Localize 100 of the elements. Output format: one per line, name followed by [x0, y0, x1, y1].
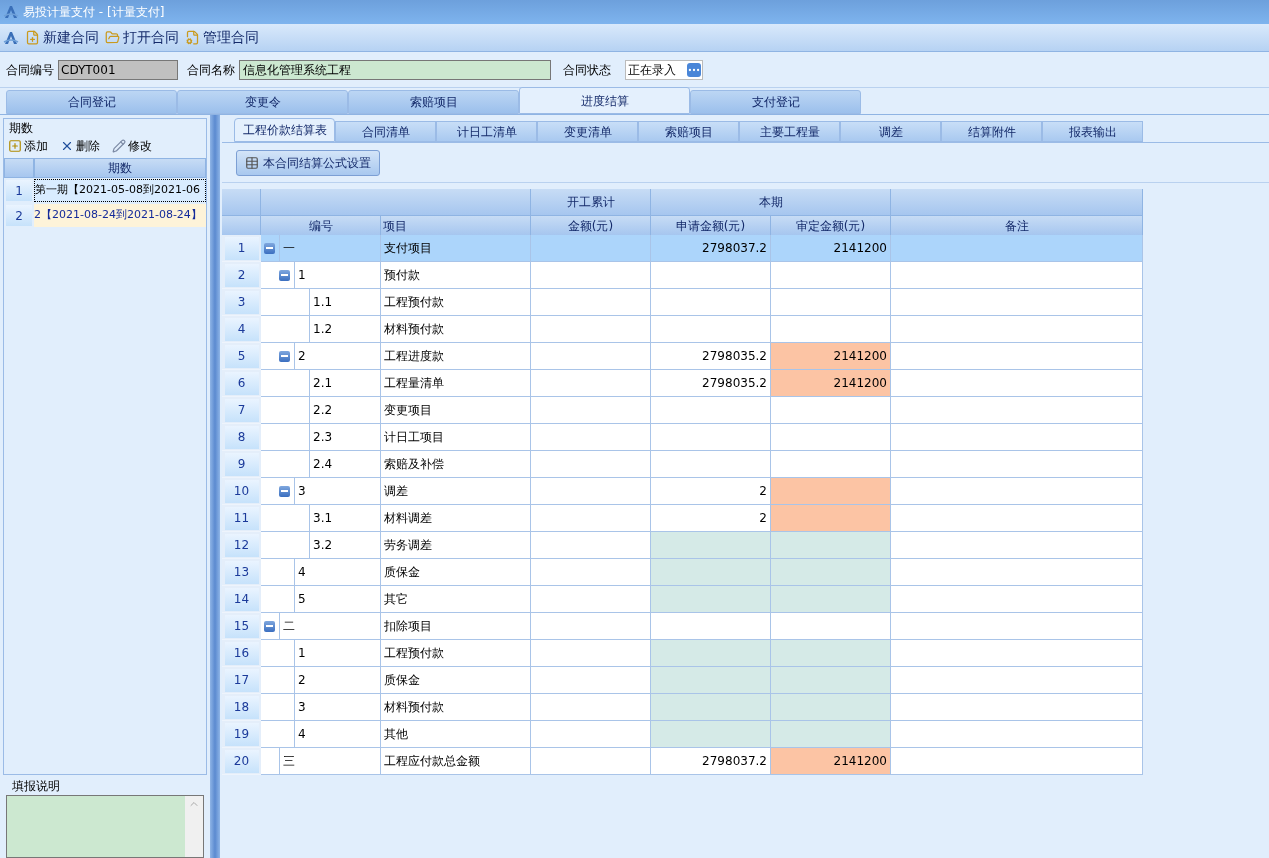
row-number: 10 — [224, 479, 259, 503]
sub-tab[interactable]: 报表输出 — [1042, 121, 1143, 142]
row-number: 4 — [224, 317, 259, 341]
row-number: 13 — [224, 560, 259, 584]
item-cell: 计日工项目 — [381, 424, 531, 451]
item-cell: 材料预付款 — [381, 694, 531, 721]
code-cell: 三 — [279, 748, 380, 774]
code-cell: 3.1 — [309, 505, 380, 531]
applied-amount-cell: 2798037.2 — [651, 235, 771, 262]
approved-amount-cell: 2141200 — [771, 343, 891, 370]
contract-name-field[interactable]: 信息化管理系统工程 — [239, 59, 551, 80]
applied-amount-cell: 2 — [651, 505, 771, 532]
code-cell: 4 — [294, 559, 380, 585]
toolbar-button[interactable]: 打开合同 — [105, 27, 179, 48]
row-number: 17 — [224, 668, 259, 692]
sub-tab[interactable]: 合同清单 — [335, 121, 436, 142]
formula-settings-button[interactable]: 本合同结算公式设置 — [236, 149, 380, 176]
sub-tab[interactable]: 索赔项目 — [638, 121, 739, 142]
contract-number-field[interactable]: CDYT001 — [58, 59, 178, 80]
code-cell: 2.1 — [309, 370, 380, 396]
main-tab[interactable]: 支付登记 — [690, 90, 861, 114]
code-cell: 2.2 — [309, 397, 380, 423]
sub-tab[interactable]: 主要工程量 — [739, 121, 840, 142]
column-header: 期数 — [34, 158, 206, 178]
main-tab[interactable]: 变更令 — [177, 90, 348, 114]
toolbar-button[interactable]: 新建合同 — [25, 27, 99, 48]
sub-tab[interactable]: 结算附件 — [941, 121, 1042, 142]
row-number: 20 — [224, 749, 259, 773]
applied-amount-cell: 2 — [651, 478, 771, 505]
status-field[interactable]: 正在录入 — [625, 59, 703, 80]
column-group-header: 开工累计 — [531, 189, 651, 216]
row-number: 2 — [6, 205, 32, 226]
period-row[interactable]: 2【2021-08-24到2021-08-24】 — [34, 204, 206, 227]
item-cell: 支付项目 — [381, 235, 531, 262]
code-cell: 3 — [294, 478, 380, 504]
row-number: 1 — [224, 236, 259, 260]
column-header: 备注 — [891, 216, 1143, 235]
period-row[interactable]: 第一期【2021-05-08到2021-06 — [34, 179, 206, 202]
row-number: 19 — [224, 722, 259, 746]
panel-title: 期数 — [8, 120, 34, 137]
code-cell: 1.2 — [309, 316, 380, 342]
row-number: 18 — [224, 695, 259, 719]
window-title: 易投计量支付 - [计量支付] — [23, 4, 165, 21]
item-cell: 工程应付款总金额 — [381, 748, 531, 775]
panel-action[interactable]: 删除 — [60, 137, 100, 155]
column-group-header: 本期 — [651, 189, 891, 216]
row-number: 3 — [224, 290, 259, 314]
approved-amount-cell: 2141200 — [771, 235, 891, 262]
main-tab[interactable]: 索赔项目 — [348, 90, 519, 114]
code-cell: 2.3 — [309, 424, 380, 450]
item-cell: 劳务调差 — [381, 532, 531, 559]
row-number: 15 — [224, 614, 259, 638]
code-cell: 4 — [294, 721, 380, 747]
sub-tab[interactable]: 工程价款结算表 — [234, 118, 335, 142]
code-cell: 一 — [279, 235, 380, 261]
item-cell: 其它 — [381, 586, 531, 613]
code-cell: 1.1 — [309, 289, 380, 315]
sub-tab[interactable]: 计日工清单 — [436, 121, 537, 142]
item-cell: 调差 — [381, 478, 531, 505]
panel-action[interactable]: 修改 — [112, 137, 152, 155]
item-cell: 材料调差 — [381, 505, 531, 532]
row-number: 11 — [224, 506, 259, 530]
field-label: 合同状态 — [563, 61, 611, 79]
item-cell: 工程预付款 — [381, 640, 531, 667]
code-cell: 2 — [294, 343, 380, 369]
row-number: 1 — [6, 180, 32, 201]
item-cell: 工程进度款 — [381, 343, 531, 370]
row-number: 6 — [224, 371, 259, 395]
sub-tab[interactable]: 变更清单 — [537, 121, 638, 142]
item-cell: 其他 — [381, 721, 531, 748]
item-cell: 质保金 — [381, 559, 531, 586]
item-cell: 工程预付款 — [381, 289, 531, 316]
item-cell: 变更项目 — [381, 397, 531, 424]
field-label: 合同名称 — [187, 61, 235, 79]
applied-amount-cell: 2798035.2 — [651, 343, 771, 370]
item-cell: 材料预付款 — [381, 316, 531, 343]
row-number: 7 — [224, 398, 259, 422]
item-cell: 扣除项目 — [381, 613, 531, 640]
column-header: 金额(元) — [531, 216, 651, 235]
approved-amount-cell: 2141200 — [771, 748, 891, 775]
column-header: 申请金额(元) — [651, 216, 771, 235]
row-number: 16 — [224, 641, 259, 665]
column-header: 审定金额(元) — [771, 216, 891, 235]
row-number: 9 — [224, 452, 259, 476]
approved-amount-cell: 2141200 — [771, 370, 891, 397]
code-cell: 1 — [294, 262, 380, 288]
applied-amount-cell: 2798035.2 — [651, 370, 771, 397]
toolbar-button[interactable]: 管理合同 — [185, 27, 259, 48]
field-label: 合同编号 — [6, 61, 54, 79]
row-number: 2 — [224, 263, 259, 287]
row-number: 8 — [224, 425, 259, 449]
code-cell: 2 — [294, 667, 380, 693]
sub-tab[interactable]: 调差 — [840, 121, 941, 142]
main-tab[interactable]: 合同登记 — [6, 90, 177, 114]
panel-action[interactable]: 添加 — [8, 137, 48, 155]
column-header: 编号 — [261, 216, 381, 235]
main-tab[interactable]: 进度结算 — [519, 87, 690, 114]
item-cell: 预付款 — [381, 262, 531, 289]
code-cell: 2.4 — [309, 451, 380, 477]
code-cell: 1 — [294, 640, 380, 666]
